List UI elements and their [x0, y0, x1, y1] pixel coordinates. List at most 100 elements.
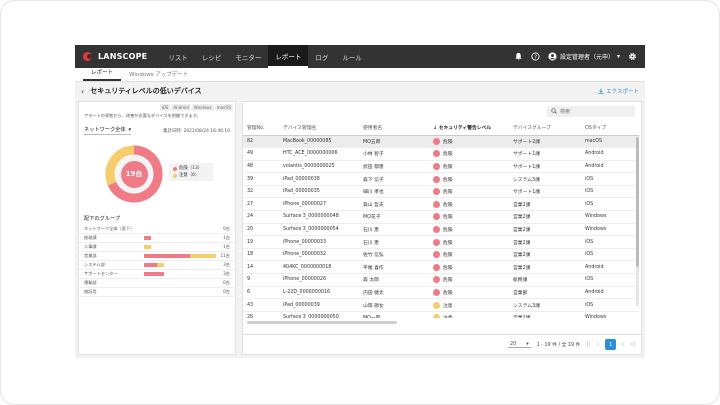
subtab[interactable]: レポート — [83, 68, 122, 81]
column-header[interactable]: OSタイプ — [581, 120, 639, 136]
nav-item[interactable]: ログ — [308, 45, 335, 68]
help-icon[interactable]: ? — [531, 52, 540, 61]
level-cell: 注意 — [433, 314, 509, 318]
top-bar: LANSCOPE リスト レシピ モニター レポート ログ ルール ? 設定管理者（元申）… — [75, 45, 645, 68]
level-label: 危険 — [443, 290, 453, 296]
chevron-down-icon: ▾ — [616, 53, 620, 60]
group-row[interactable]: ネットワーク全体（直下） 0台 — [79, 225, 235, 234]
scope-select[interactable]: ネットワーク全体 ▾ — [84, 126, 132, 135]
level-cell: 危険 — [433, 162, 509, 170]
search-input[interactable]: 検索 — [547, 105, 635, 117]
table-cell: 営業2課 — [509, 197, 581, 212]
table-cell: 危険 — [429, 260, 509, 275]
group-count: 3台 — [223, 271, 230, 276]
group-row[interactable]: システム部 3台 — [79, 261, 235, 270]
table-row[interactable]: 32 iPad_00000035 細川 孝也 危険 サポート1課 iOS — [243, 185, 639, 199]
table-row[interactable]: 14 404KC_0000000018 平尾 喜作 危険 営業2課 Android — [243, 260, 639, 275]
table-row[interactable]: 19 iPhone_00000033 石川 恵 危険 営業2課 iOS — [243, 235, 639, 249]
table-row[interactable]: 27 iPhone_00000027 森山 哲夫 危険 営業2課 iOS — [243, 197, 639, 212]
table-row[interactable]: 48 volantis_0000000025 武田 郁恵 危険 サポート1課 Androi… — [243, 160, 639, 174]
level-dot — [433, 263, 440, 271]
table-row[interactable]: 82 MacBook_00000085 MO五郎 危険 サポート2課 macOS — [243, 135, 639, 149]
back-icon[interactable]: ‹ — [81, 87, 84, 96]
os-tag: macOS — [214, 104, 233, 111]
column-header[interactable]: デバイスグループ — [509, 120, 581, 136]
prev-page-icon[interactable]: ‹ — [597, 341, 599, 348]
table-row[interactable]: 43 iPad_00000039 山岡 節女 注意 システム3課 iOS — [243, 298, 639, 312]
table-cell: Android — [581, 160, 639, 174]
table-cell: 佐竹 信弘 — [359, 248, 429, 262]
group-row[interactable]: 人事課 1台 — [79, 243, 235, 252]
os-tag: Windows — [191, 104, 214, 111]
table-row[interactable]: 39 iPad_00000038 森下 信子 危険 システム3課 iOS — [243, 172, 639, 186]
nav-item[interactable]: モニター — [228, 45, 268, 68]
group-bar — [144, 281, 216, 285]
group-bar — [144, 227, 216, 231]
group-row[interactable]: 検証用 0台 — [79, 288, 235, 297]
os-tags: iOS Android Windows macOS — [79, 102, 235, 111]
table-row[interactable]: 24 Surface 3_0000000048 MO花子 危険 営業2課 Windows — [243, 210, 639, 224]
group-row[interactable]: 運輸部 0台 — [79, 279, 235, 288]
nav-item[interactable]: レシピ — [195, 45, 229, 68]
table-cell: 営業2課 — [509, 223, 581, 237]
table-cell: macOS — [581, 135, 639, 149]
user-name: 設定管理者（元申） — [559, 54, 614, 61]
per-page-select[interactable]: 20 ▾ — [508, 342, 531, 348]
last-page-icon[interactable]: ›| — [631, 341, 635, 348]
svg-text:?: ? — [534, 54, 537, 60]
table-cell: 32 — [243, 185, 279, 199]
nav-item[interactable]: リスト — [161, 45, 195, 68]
group-row[interactable]: 総務課 1台 — [79, 234, 235, 243]
panel-description: アラートの状態から、改善が必要なデバイスを把握できます。 — [84, 113, 201, 118]
subtab[interactable]: Windows アップデート — [121, 70, 196, 81]
table-cell: 武田 郁恵 — [359, 160, 429, 174]
column-label: 管理No. — [247, 125, 265, 131]
table-row[interactable]: 6 L-22D_0000000016 内田 健太 危険 営業部 Android — [243, 286, 639, 300]
table-row[interactable]: 49 HTC_ACE_0000000006 小林 智子 危険 サポート1課 Android — [243, 147, 639, 161]
table-cell: iOS — [581, 235, 639, 249]
group-name: 営業部 — [84, 253, 97, 258]
column-header[interactable]: デバイス管理名 — [279, 120, 359, 136]
export-button[interactable]: エクスポート — [598, 87, 639, 95]
column-header[interactable]: 使用者名 — [359, 120, 429, 136]
level-dot — [433, 137, 440, 145]
table-cell: 9 — [243, 273, 279, 287]
column-header[interactable]: 管理No. — [243, 120, 279, 136]
user-menu[interactable]: 設定管理者（元申） ▾ — [548, 52, 620, 61]
horizontal-scrollbar[interactable] — [247, 321, 397, 324]
table-cell: L-22D_0000000016 — [279, 286, 359, 300]
first-page-icon[interactable]: |‹ — [586, 341, 590, 348]
table-row[interactable]: 9 iPhone_00000026 森 太郎 危険 総務課 iOS — [243, 273, 639, 287]
chevron-down-icon: ▾ — [526, 341, 529, 347]
table-cell: Android — [581, 147, 639, 161]
table-cell: 営業2課 — [509, 260, 581, 275]
group-row[interactable]: 営業部 11台 — [79, 252, 235, 261]
table-cell: 危険 — [429, 172, 509, 186]
group-row[interactable]: サポートセンター 3台 — [79, 270, 235, 279]
level-dot — [433, 150, 440, 158]
table-row[interactable]: 20 Surface 3_0000000054 石川 恵 危険 営業2課 Windows — [243, 223, 639, 237]
table-cell: 危険 — [429, 248, 509, 262]
column-header[interactable]: ↓ セキュリティ警告レベル — [429, 120, 509, 136]
vertical-scrollbar[interactable] — [636, 137, 639, 307]
group-name: サポートセンター — [84, 271, 118, 276]
nav-item[interactable]: ルール — [335, 45, 369, 68]
scrollbar-thumb[interactable] — [636, 137, 639, 267]
table-cell: 危険 — [429, 210, 509, 224]
table-cell: 危険 — [429, 135, 509, 149]
level-cell: 危険 — [433, 276, 509, 284]
top-right-tools: ? 設定管理者（元申） ▾ — [514, 52, 637, 61]
level-dot — [433, 213, 440, 221]
current-page[interactable]: 1 — [605, 339, 617, 350]
gear-icon[interactable] — [628, 52, 637, 61]
bar-segment-danger — [144, 254, 190, 258]
next-page-icon[interactable]: › — [622, 341, 624, 348]
bell-icon[interactable] — [514, 52, 523, 61]
table-row[interactable]: 26Surface 3_0000000050MO一郎 注意 営業2課Windows — [243, 311, 639, 318]
table-cell: サポート1課 — [509, 147, 581, 161]
table-cell: 24 — [243, 210, 279, 224]
nav-item[interactable]: レポート — [268, 45, 309, 68]
table-row[interactable]: 18 iPhone_00000032 佐竹 信弘 危険 営業2課 iOS — [243, 248, 639, 262]
logo[interactable]: LANSCOPE — [83, 52, 147, 61]
table-cell: 危険 — [429, 223, 509, 237]
